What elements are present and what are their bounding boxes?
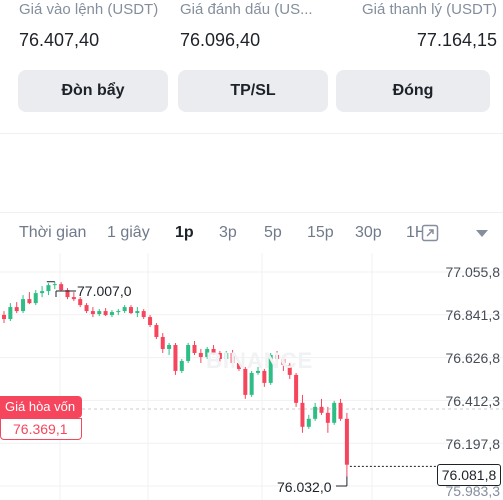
y-tick-label: 77.055,8 (445, 264, 501, 280)
candle-body (344, 418, 349, 465)
candle-body (21, 299, 26, 312)
tab-time[interactable]: Thời gian (19, 213, 86, 253)
price-chart[interactable] (0, 253, 503, 500)
candle-body (116, 311, 121, 313)
candle-body (319, 406, 324, 413)
candle-body (338, 402, 343, 419)
low-price-annotation: 76.032,0 (277, 479, 332, 495)
break-even-value: 76.369,1 (0, 418, 82, 440)
expand-icon[interactable] (421, 224, 439, 242)
tab-3m[interactable]: 3p (219, 213, 237, 253)
y-tick-label: 76.841,3 (445, 307, 501, 323)
candle-body (27, 299, 32, 304)
section-divider (0, 133, 503, 134)
y-tick-label: 76.197,8 (445, 436, 501, 452)
candle-body (300, 402, 305, 427)
candle-body (332, 402, 337, 423)
chevron-down-icon[interactable] (476, 230, 488, 237)
current-price-tag: 76.081,8 (437, 464, 501, 486)
binance-watermark: BINANCE (206, 348, 314, 373)
candle-body (173, 344, 178, 371)
tab-15m[interactable]: 15p (307, 213, 334, 253)
candle-body (109, 312, 114, 316)
liquidation-price-label: Giá thanh lý (USDT) (361, 1, 497, 18)
candle-body (160, 337, 165, 349)
candle-body (198, 352, 203, 357)
candle-body (78, 299, 83, 306)
break-even-label[interactable]: Giá hòa vốn (0, 396, 82, 418)
y-tick-label: 76.626,8 (445, 350, 501, 366)
candle-body (325, 412, 330, 423)
candle-body (90, 311, 95, 315)
liquidation-price-stat: Giá thanh lý (USDT) 77.164,15 (337, 0, 497, 51)
candle-body (46, 285, 51, 292)
position-stats: Giá vào lệnh (USDT) 76.407,40 Giá đánh d… (0, 0, 503, 60)
tab-1s[interactable]: 1 giây (107, 213, 150, 253)
candle-body (148, 317, 153, 326)
tab-1m[interactable]: 1p (175, 213, 194, 253)
candle-body (71, 297, 76, 300)
mark-price-value: 76.096,40 (180, 30, 261, 50)
mark-price-stat: Giá đánh dấu (US... 76.096,40 (180, 0, 323, 51)
candle-body (313, 406, 318, 419)
candle-body (84, 305, 89, 312)
candle-body (192, 344, 197, 353)
entry-price-value: 76.407,40 (19, 30, 100, 50)
candle-body (135, 311, 140, 314)
y-tick-label-partial: 75.983,3 (445, 484, 501, 499)
candlestick-chart (0, 253, 503, 500)
candle-body (167, 344, 172, 349)
candle-body (40, 291, 45, 294)
candle-body (52, 284, 57, 286)
close-position-button[interactable]: Đóng (336, 70, 490, 112)
entry-price-stat: Giá vào lệnh (USDT) 76.407,40 (19, 0, 169, 51)
candle-body (33, 293, 38, 304)
mark-price-label: Giá đánh dấu (US... (180, 1, 313, 18)
position-actions: Đòn bẩy TP/SL Đóng (18, 70, 498, 112)
candle-body (97, 311, 102, 315)
tab-30m[interactable]: 30p (355, 213, 382, 253)
candle-body (154, 325, 159, 338)
candle-body (249, 372, 254, 395)
candle-body (141, 311, 146, 318)
high-price-annotation: 77.007,0 (77, 283, 132, 299)
liquidation-price-value: 77.164,15 (416, 30, 497, 50)
candle-body (129, 307, 133, 314)
candle-body (14, 307, 19, 312)
candle-body (122, 307, 127, 312)
candle-body (294, 374, 299, 403)
candle-body (2, 314, 6, 320)
candle-body (103, 311, 108, 316)
candle-body (8, 307, 13, 320)
leverage-button[interactable]: Đòn bẩy (18, 70, 168, 112)
tab-5m[interactable]: 5p (264, 213, 282, 253)
y-tick-label: 76.412,3 (445, 393, 501, 409)
candle-body (179, 360, 184, 371)
tpsl-button[interactable]: TP/SL (178, 70, 328, 112)
candle-body (186, 344, 191, 361)
entry-price-label: Giá vào lệnh (USDT) (19, 1, 159, 18)
candle-body (306, 418, 311, 427)
candle-body (59, 284, 64, 291)
